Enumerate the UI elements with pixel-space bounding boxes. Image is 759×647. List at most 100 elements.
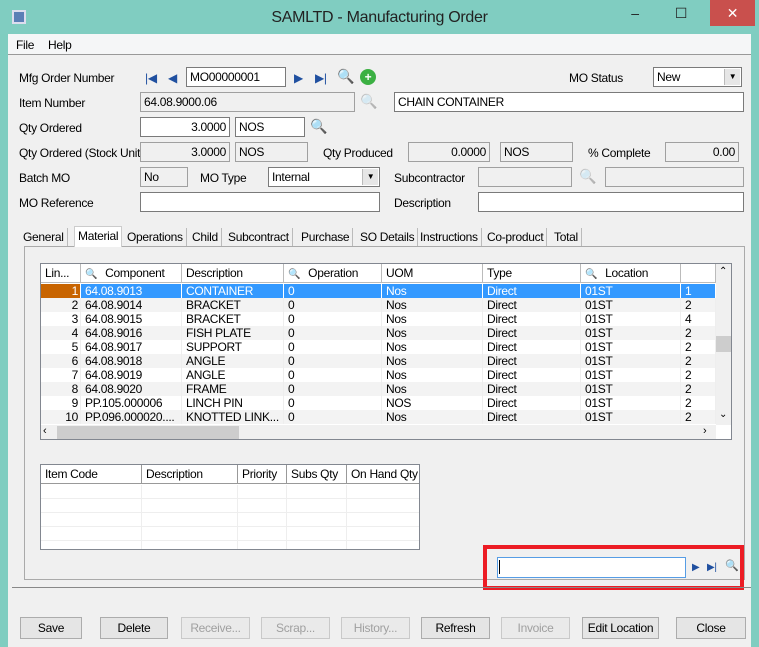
table-row[interactable]: 5 64.08.9017 SUPPORT 0 Nos Direct 01ST 2 [41,340,716,354]
empty-cell [347,541,419,549]
last-icon[interactable]: ▶| [707,560,717,576]
add-icon[interactable]: + [360,69,376,85]
search-icon[interactable]: 🔍 [85,269,97,280]
previous-record-icon[interactable]: ◀ [168,70,177,86]
column-header[interactable]: Subs Qty [287,465,347,484]
menu-file[interactable]: File [16,38,34,52]
minimize-button[interactable]: ‒ [612,0,658,26]
table-cell: 2 [681,410,716,424]
empty-cell [41,527,142,541]
first-record-icon[interactable]: |◀ [145,70,157,86]
table-cell: 01ST [581,312,681,326]
search-icon[interactable]: 🔍 [585,269,597,280]
table-row[interactable]: 6 64.08.9018 ANGLE 0 Nos Direct 01ST 2 [41,354,716,368]
mo-status-select[interactable]: New ▼ [653,67,742,87]
tab-operations[interactable]: Operations [124,228,187,246]
vertical-scrollbar[interactable]: ⌃ ⌄ [716,264,731,425]
table-cell: 4 [681,312,716,326]
column-header[interactable] [681,264,716,283]
column-header[interactable]: Type [483,264,581,283]
tab-general[interactable]: General [20,228,68,246]
edit-location-button[interactable]: Edit Location [582,617,659,639]
table-row[interactable]: 8 64.08.9020 FRAME 0 Nos Direct 01ST 2 [41,382,716,396]
close-button[interactable]: Close [676,617,746,639]
table-cell: 2 [41,298,81,312]
search-icon[interactable]: 🔍 [725,559,739,572]
maximize-button[interactable]: ☐ [658,0,704,26]
column-header[interactable]: Item Code [41,465,142,484]
scroll-thumb[interactable] [716,336,731,352]
scroll-left-icon[interactable]: ‹ [43,425,47,437]
column-header[interactable]: UOM [382,264,483,283]
column-header-label: Description [186,266,243,280]
table-cell: 0 [284,368,382,382]
qty-ordered-input[interactable]: 3.0000 [140,117,230,137]
table-cell: 2 [681,326,716,340]
next-record-icon[interactable]: ▶ [294,70,303,86]
scrap-button[interactable]: Scrap... [261,617,330,639]
last-record-icon[interactable]: ▶| [315,70,327,86]
tab-total[interactable]: Total [551,228,582,246]
grid-search-input[interactable] [497,557,686,578]
tab-purchase[interactable]: Purchase [298,228,354,246]
table-cell: 64.08.9016 [81,326,182,340]
tab-material[interactable]: Material [74,226,123,247]
mfg-order-input[interactable]: MO00000001 [186,67,286,87]
column-header[interactable]: 🔍 Component [81,264,182,283]
uom-search-icon[interactable]: 🔍 [310,118,327,135]
scroll-right-icon[interactable]: › [703,425,707,437]
description-input[interactable] [478,192,744,212]
table-cell: CONTAINER [182,284,284,298]
table-row[interactable]: 7 64.08.9019 ANGLE 0 Nos Direct 01ST 2 [41,368,716,382]
item-description-input[interactable]: CHAIN CONTAINER [394,92,744,112]
invoice-button[interactable]: Invoice [501,617,570,639]
separator [12,587,751,588]
material-grid[interactable]: Lin... 🔍 Component Description 🔍 Operation UOM… [40,263,732,440]
item-number-label: Item Number [19,96,86,110]
search-icon[interactable]: 🔍 [288,269,300,280]
table-row[interactable]: 1 64.08.9013 CONTAINER 0 Nos Direct 01ST 1 [41,284,716,298]
column-header[interactable]: Priority [238,465,287,484]
column-header[interactable]: Description [182,264,284,283]
substitute-grid[interactable]: Item Code Description Priority Subs Qty On H… [40,464,420,550]
receive-button[interactable]: Receive... [181,617,250,639]
tab-co-product[interactable]: Co-product [484,228,548,246]
next-icon[interactable]: ▶ [692,560,700,576]
hscroll-thumb[interactable] [57,426,239,439]
column-header[interactable]: 🔍 Location [581,264,681,283]
delete-button[interactable]: Delete [100,617,168,639]
search-icon[interactable]: 🔍 [337,68,354,85]
tab-so-details[interactable]: SO Details [357,228,419,246]
scroll-up-icon[interactable]: ⌃ [719,266,727,277]
table-row[interactable]: 10 PP.096.000020.... KNOTTED LINK... 0 Nos Di… [41,410,716,424]
table-cell: 0 [284,298,382,312]
qty-ordered-uom-input[interactable]: NOS [235,117,305,137]
refresh-button[interactable]: Refresh [421,617,490,639]
empty-cell [347,527,419,541]
item-number-input[interactable]: 64.08.9000.06 [140,92,355,112]
chevron-down-icon[interactable]: ▼ [724,69,740,85]
table-cell: Direct [483,354,581,368]
tab-child[interactable]: Child [189,228,222,246]
menu-help[interactable]: Help [48,38,72,52]
table-row[interactable]: 9 PP.105.000006 LINCH PIN 0 NOS Direct 01ST 2 [41,396,716,410]
column-header-label: UOM [386,266,414,280]
column-header[interactable]: Description [142,465,238,484]
table-row[interactable]: 4 64.08.9016 FISH PLATE 0 Nos Direct 01ST 2 [41,326,716,340]
column-header[interactable]: On Hand Qty [347,465,419,484]
horizontal-scrollbar[interactable]: ‹ › [41,425,716,439]
column-header[interactable]: 🔍 Operation [284,264,382,283]
column-header[interactable]: Lin... [41,264,81,283]
save-button[interactable]: Save [20,617,82,639]
table-row[interactable]: 2 64.08.9014 BRACKET 0 Nos Direct 01ST 2 [41,298,716,312]
table-cell: FRAME [182,382,284,396]
tab-instructions[interactable]: Instructions [417,228,482,246]
scroll-down-icon[interactable]: ⌄ [719,409,727,420]
history-button[interactable]: History... [341,617,410,639]
chevron-down-icon[interactable]: ▼ [362,169,378,185]
table-row[interactable]: 3 64.08.9015 BRACKET 0 Nos Direct 01ST 4 [41,312,716,326]
mo-type-select[interactable]: Internal ▼ [268,167,380,187]
mo-reference-input[interactable] [140,192,380,212]
close-window-button[interactable]: ✕ [710,0,755,26]
tab-subcontract[interactable]: Subcontract [225,228,293,246]
